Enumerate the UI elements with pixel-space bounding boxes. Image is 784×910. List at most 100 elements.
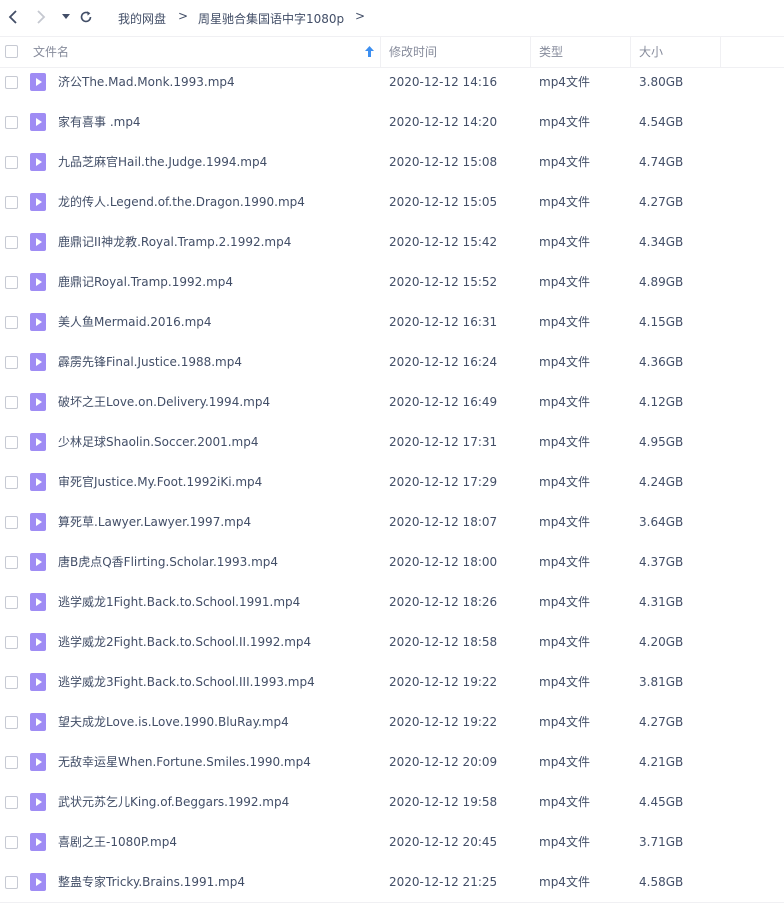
- file-row[interactable]: 无敌幸运星When.Fortune.Smiles.1990.mp4 2020-12…: [0, 742, 784, 782]
- file-name[interactable]: 破坏之王Love.on.Delivery.1994.mp4: [58, 382, 270, 422]
- row-checkbox[interactable]: [5, 676, 18, 689]
- file-name[interactable]: 龙的传人.Legend.of.the.Dragon.1990.mp4: [58, 182, 305, 222]
- video-file-icon[interactable]: [30, 353, 46, 371]
- history-dropdown-button[interactable]: [57, 8, 75, 26]
- video-file-icon[interactable]: [30, 633, 46, 651]
- file-row[interactable]: 逃学威龙3Fight.Back.to.School.III.1993.mp4 20…: [0, 662, 784, 702]
- file-name[interactable]: 鹿鼎记Royal.Tramp.1992.mp4: [58, 262, 233, 302]
- video-file-icon[interactable]: [30, 233, 46, 251]
- row-checkbox[interactable]: [5, 756, 18, 769]
- file-row[interactable]: 鹿鼎记Royal.Tramp.1992.mp4 2020-12-12 15:52 m…: [0, 262, 784, 302]
- back-button[interactable]: [4, 8, 22, 26]
- breadcrumb-separator[interactable]: >: [355, 9, 365, 23]
- row-checkbox[interactable]: [5, 236, 18, 249]
- file-type: mp4文件: [539, 275, 590, 289]
- video-file-icon[interactable]: [30, 553, 46, 571]
- file-row[interactable]: 望夫成龙Love.is.Love.1990.BluRay.mp4 2020-12-…: [0, 702, 784, 742]
- row-checkbox[interactable]: [5, 276, 18, 289]
- file-type: mp4文件: [539, 875, 590, 889]
- file-row[interactable]: 破坏之王Love.on.Delivery.1994.mp4 2020-12-12 …: [0, 382, 784, 422]
- file-row[interactable]: 喜剧之王-1080P.mp4 2020-12-12 20:45 mp4文件 3.71G…: [0, 822, 784, 862]
- video-file-icon[interactable]: [30, 593, 46, 611]
- video-file-icon[interactable]: [30, 393, 46, 411]
- breadcrumb-root[interactable]: 我的网盘: [118, 10, 166, 27]
- file-modified-time: 2020-12-12 21:25: [389, 875, 498, 889]
- file-type: mp4文件: [539, 795, 590, 809]
- video-file-icon[interactable]: [30, 153, 46, 171]
- row-checkbox[interactable]: [5, 476, 18, 489]
- row-checkbox[interactable]: [5, 156, 18, 169]
- row-checkbox[interactable]: [5, 316, 18, 329]
- video-file-icon[interactable]: [30, 873, 46, 891]
- file-name[interactable]: 武状元苏乞儿King.of.Beggars.1992.mp4: [58, 782, 289, 822]
- file-name[interactable]: 望夫成龙Love.is.Love.1990.BluRay.mp4: [58, 702, 289, 742]
- row-checkbox[interactable]: [5, 716, 18, 729]
- file-name[interactable]: 逃学威龙3Fight.Back.to.School.III.1993.mp4: [58, 662, 315, 702]
- file-name[interactable]: 家有喜事 .mp4: [58, 102, 141, 142]
- file-name[interactable]: 少林足球Shaolin.Soccer.2001.mp4: [58, 422, 259, 462]
- file-row[interactable]: 审死官Justice.My.Foot.1992iKi.mp4 2020-12-12…: [0, 462, 784, 502]
- file-name[interactable]: 美人鱼Mermaid.2016.mp4: [58, 302, 212, 342]
- file-row[interactable]: 霹雳先锋Final.Justice.1988.mp4 2020-12-12 16:…: [0, 342, 784, 382]
- video-file-icon[interactable]: [30, 73, 46, 91]
- file-name[interactable]: 整蛊专家Tricky.Brains.1991.mp4: [58, 862, 245, 902]
- file-row[interactable]: 逃学威龙1Fight.Back.to.School.1991.mp4 2020-1…: [0, 582, 784, 622]
- row-checkbox[interactable]: [5, 556, 18, 569]
- file-name[interactable]: 鹿鼎记II神龙教.Royal.Tramp.2.1992.mp4: [58, 222, 291, 262]
- file-name[interactable]: 算死草.Lawyer.Lawyer.1997.mp4: [58, 502, 251, 542]
- file-row[interactable]: 济公The.Mad.Monk.1993.mp4 2020-12-12 14:16 m…: [0, 62, 784, 102]
- file-row[interactable]: 少林足球Shaolin.Soccer.2001.mp4 2020-12-12 17…: [0, 422, 784, 462]
- file-name[interactable]: 唐B虎点Q香Flirting.Scholar.1993.mp4: [58, 542, 278, 582]
- row-checkbox[interactable]: [5, 516, 18, 529]
- file-row[interactable]: 武状元苏乞儿King.of.Beggars.1992.mp4 2020-12-12…: [0, 782, 784, 822]
- video-file-icon[interactable]: [30, 273, 46, 291]
- file-row[interactable]: 逃学威龙2Fight.Back.to.School.II.1992.mp4 202…: [0, 622, 784, 662]
- row-checkbox[interactable]: [5, 436, 18, 449]
- video-file-icon[interactable]: [30, 473, 46, 491]
- row-checkbox[interactable]: [5, 796, 18, 809]
- row-checkbox[interactable]: [5, 836, 18, 849]
- video-file-icon[interactable]: [30, 673, 46, 691]
- file-name[interactable]: 九品芝麻官Hail.the.Judge.1994.mp4: [58, 142, 267, 182]
- file-name[interactable]: 逃学威龙2Fight.Back.to.School.II.1992.mp4: [58, 622, 311, 662]
- row-checkbox[interactable]: [5, 356, 18, 369]
- video-file-icon[interactable]: [30, 833, 46, 851]
- row-checkbox[interactable]: [5, 876, 18, 889]
- file-row[interactable]: 整蛊专家Tricky.Brains.1991.mp4 2020-12-12 21:…: [0, 862, 784, 902]
- file-modified-time: 2020-12-12 18:26: [389, 595, 498, 609]
- file-row[interactable]: 美人鱼Mermaid.2016.mp4 2020-12-12 16:31 mp4文件…: [0, 302, 784, 342]
- video-file-icon[interactable]: [30, 713, 46, 731]
- row-checkbox[interactable]: [5, 636, 18, 649]
- video-file-icon[interactable]: [30, 313, 46, 331]
- select-all-checkbox[interactable]: [5, 45, 18, 58]
- sort-ascending-icon[interactable]: [365, 46, 374, 57]
- file-row[interactable]: 鹿鼎记II神龙教.Royal.Tramp.2.1992.mp4 2020-12-1…: [0, 222, 784, 262]
- row-checkbox[interactable]: [5, 596, 18, 609]
- file-name[interactable]: 霹雳先锋Final.Justice.1988.mp4: [58, 342, 242, 382]
- breadcrumb-current-folder[interactable]: 周星驰合集国语中字1080p: [198, 10, 344, 27]
- row-checkbox[interactable]: [5, 396, 18, 409]
- file-name[interactable]: 无敌幸运星When.Fortune.Smiles.1990.mp4: [58, 742, 311, 782]
- video-file-icon[interactable]: [30, 113, 46, 131]
- video-file-icon[interactable]: [30, 433, 46, 451]
- file-type: mp4文件: [539, 115, 590, 129]
- refresh-button[interactable]: [77, 8, 95, 26]
- row-checkbox[interactable]: [5, 116, 18, 129]
- forward-button[interactable]: [32, 8, 50, 26]
- file-name[interactable]: 济公The.Mad.Monk.1993.mp4: [58, 62, 235, 102]
- row-checkbox[interactable]: [5, 196, 18, 209]
- file-name[interactable]: 审死官Justice.My.Foot.1992iKi.mp4: [58, 462, 262, 502]
- video-file-icon[interactable]: [30, 193, 46, 211]
- file-size: 4.58GB: [639, 875, 684, 889]
- file-name[interactable]: 喜剧之王-1080P.mp4: [58, 822, 177, 862]
- file-row[interactable]: 唐B虎点Q香Flirting.Scholar.1993.mp4 2020-12-1…: [0, 542, 784, 582]
- video-file-icon[interactable]: [30, 753, 46, 771]
- file-name[interactable]: 逃学威龙1Fight.Back.to.School.1991.mp4: [58, 582, 300, 622]
- file-row[interactable]: 龙的传人.Legend.of.the.Dragon.1990.mp4 2020-1…: [0, 182, 784, 222]
- file-row[interactable]: 九品芝麻官Hail.the.Judge.1994.mp4 2020-12-12 1…: [0, 142, 784, 182]
- video-file-icon[interactable]: [30, 513, 46, 531]
- file-row[interactable]: 算死草.Lawyer.Lawyer.1997.mp4 2020-12-12 18:…: [0, 502, 784, 542]
- video-file-icon[interactable]: [30, 793, 46, 811]
- file-row[interactable]: 家有喜事 .mp4 2020-12-12 14:20 mp4文件 4.54GB: [0, 102, 784, 142]
- row-checkbox[interactable]: [5, 76, 18, 89]
